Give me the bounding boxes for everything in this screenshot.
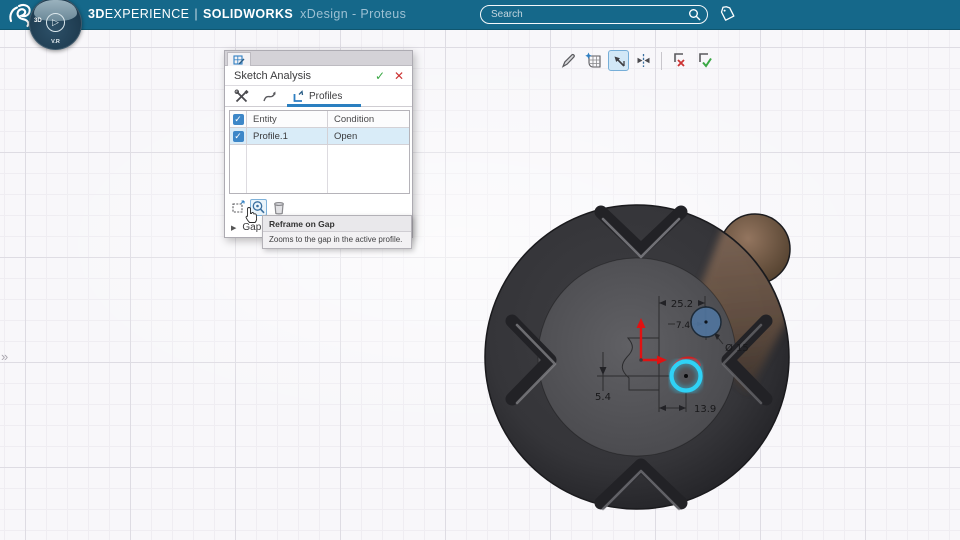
table-empty-area xyxy=(230,145,409,193)
select-all-checkbox[interactable]: ✓ xyxy=(232,113,244,125)
tag-icon[interactable] xyxy=(719,6,736,28)
tooltip-body: Zooms to the gap in the active profile. xyxy=(269,235,403,244)
compass-vr-label: V.R xyxy=(51,39,60,45)
top-app-bar: 3DEXPERIENCE | SOLIDWORKS xDesign - Proteus xyxy=(0,0,960,30)
app-title: 3DEXPERIENCE | SOLIDWORKS xDesign - Proteus xyxy=(88,7,406,21)
compass-play-icon[interactable]: ▷ xyxy=(46,13,65,32)
application-window: 25.2 7.4 Ø 15 5.4 13.9 3DEXPERIENCE | SO… xyxy=(0,0,960,540)
entity-column-header[interactable]: Entity xyxy=(247,111,328,127)
sketch-toolbar xyxy=(558,50,715,71)
dialog-title-row: Sketch Analysis ✓ ✕ xyxy=(225,66,412,86)
dialog-title: Sketch Analysis xyxy=(234,69,312,82)
condition-column-header[interactable]: Condition xyxy=(328,111,409,127)
search-input[interactable] xyxy=(481,9,688,20)
model-viewport[interactable]: 25.2 7.4 Ø 15 5.4 13.9 xyxy=(0,0,960,540)
dialog-close-button[interactable]: ✕ xyxy=(394,69,404,83)
row-checkbox[interactable]: ✓ xyxy=(232,130,244,142)
snap-grid-button[interactable] xyxy=(583,50,604,71)
curve-icon xyxy=(263,91,276,102)
tab-curvature[interactable] xyxy=(261,88,278,105)
table-row[interactable]: ✓ Profile.1 Open xyxy=(230,128,409,145)
tab-profiles[interactable]: Profiles xyxy=(291,88,342,105)
auto-dimension-button[interactable] xyxy=(633,50,654,71)
knob-inner-face xyxy=(537,257,737,457)
table-header-row: ✓ Entity Condition xyxy=(230,111,409,128)
row-entity-cell[interactable]: Profile.1 xyxy=(247,128,328,144)
discard-sketch-button[interactable] xyxy=(669,50,690,71)
trash-icon xyxy=(273,201,284,215)
dialog-mini-tab[interactable] xyxy=(227,52,251,66)
gap-highlight-circle[interactable] xyxy=(667,357,705,395)
normal-to-view-button[interactable] xyxy=(608,50,629,71)
sketch-edit-button[interactable] xyxy=(558,50,579,71)
expander-arrow-icon[interactable]: ▶ xyxy=(231,224,236,232)
dim-height-label: 5.4 xyxy=(595,392,611,403)
tooltip-title: Reframe on Gap xyxy=(263,216,411,232)
tab-profiles-label: Profiles xyxy=(309,91,343,102)
brand-experience: EXPERIENCE xyxy=(104,7,190,21)
delete-button[interactable] xyxy=(270,199,287,216)
row-condition-cell[interactable]: Open xyxy=(328,128,409,144)
dim-offset-label: 13.9 xyxy=(694,404,716,415)
search-bar[interactable] xyxy=(480,5,708,24)
dim-width-label: 25.2 xyxy=(671,299,693,310)
brand-solidworks: SOLIDWORKS xyxy=(203,7,294,21)
profiles-icon xyxy=(293,89,304,102)
search-icon[interactable] xyxy=(688,8,701,21)
compass-3d-label: 3D xyxy=(34,18,42,24)
tools-icon xyxy=(234,89,249,103)
profiles-table: ✓ Entity Condition ✓ Profile.1 Open xyxy=(229,110,410,194)
sketch-hole-circle[interactable] xyxy=(690,306,722,338)
3dexperience-compass[interactable]: ▷ 3D V.R xyxy=(29,0,82,50)
tab-tools[interactable] xyxy=(233,88,250,105)
dialog-accept-button[interactable]: ✓ xyxy=(375,69,385,83)
brand-separator: | xyxy=(194,7,199,21)
tooltip: Reframe on Gap Zooms to the gap in the a… xyxy=(262,215,412,249)
hand-cursor-icon xyxy=(244,206,259,229)
dim-diameter-label: Ø 15 xyxy=(725,342,749,354)
sketch-analysis-icon xyxy=(233,54,245,65)
brand-3d: 3D xyxy=(88,7,105,21)
dialog-tabs: Profiles xyxy=(225,86,412,107)
toolbar-separator xyxy=(661,51,662,70)
app-name: xDesign - Proteus xyxy=(300,7,407,21)
dialog-tab-strip xyxy=(225,51,412,66)
accept-sketch-button[interactable] xyxy=(694,50,715,71)
active-tab-underline xyxy=(287,104,361,107)
dim-gap-label: 7.4 xyxy=(676,321,691,331)
